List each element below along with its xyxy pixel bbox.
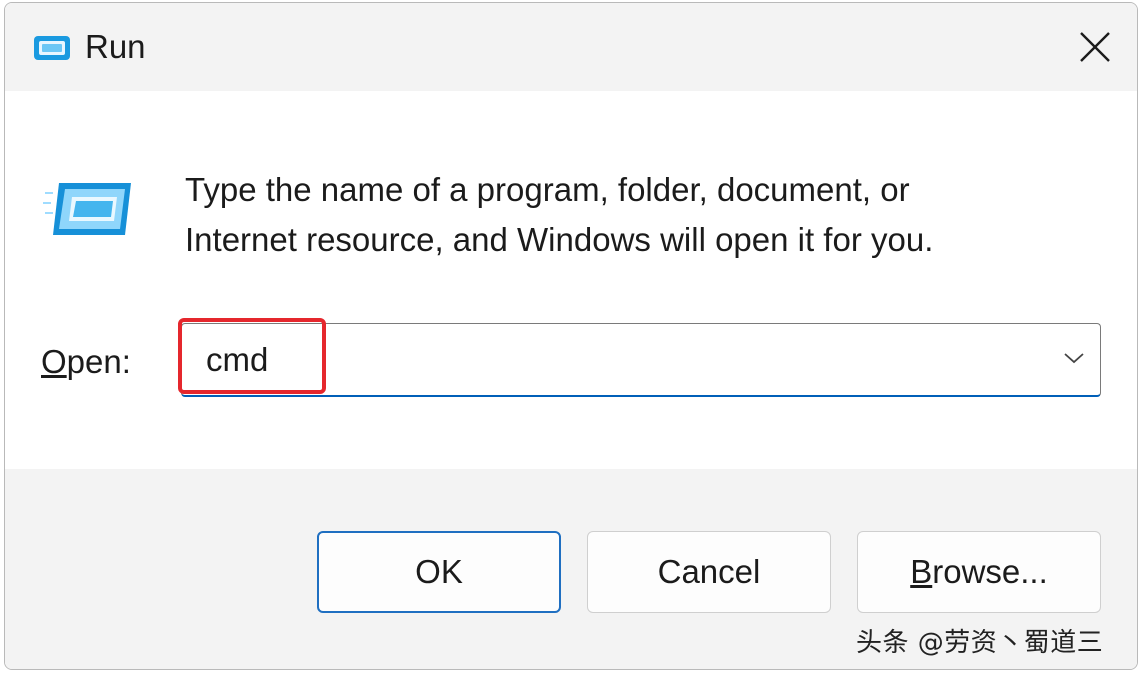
ok-button[interactable]: OK bbox=[317, 531, 561, 613]
browse-button[interactable]: Browse... bbox=[857, 531, 1101, 613]
open-label: Open: bbox=[41, 342, 131, 382]
window-title: Run bbox=[85, 28, 146, 65]
open-combobox[interactable]: cmd bbox=[178, 318, 1101, 397]
close-icon bbox=[1080, 32, 1110, 62]
run-icon bbox=[43, 183, 131, 235]
watermark-text: 头条 @劳资丶蜀道三 bbox=[856, 628, 1104, 658]
chevron-down-icon[interactable] bbox=[1062, 346, 1086, 370]
open-input[interactable]: cmd bbox=[206, 340, 268, 380]
browse-accesskey: B bbox=[910, 553, 933, 590]
open-label-rest: pen: bbox=[66, 343, 131, 380]
run-dialog: Run Type the name of a program, folder, … bbox=[4, 2, 1138, 670]
dialog-content: Type the name of a program, folder, docu… bbox=[5, 91, 1137, 469]
title-bar[interactable]: Run bbox=[5, 3, 1137, 91]
cancel-button[interactable]: Cancel bbox=[587, 531, 831, 613]
run-app-icon bbox=[34, 36, 70, 60]
close-button[interactable] bbox=[1053, 3, 1137, 91]
browse-label-rest: rowse... bbox=[932, 553, 1048, 590]
description-line-1: Type the name of a program, folder, docu… bbox=[185, 171, 910, 208]
description-text: Type the name of a program, folder, docu… bbox=[185, 165, 1085, 265]
description-line-2: Internet resource, and Windows will open… bbox=[185, 221, 934, 258]
open-label-accesskey: O bbox=[41, 343, 67, 380]
